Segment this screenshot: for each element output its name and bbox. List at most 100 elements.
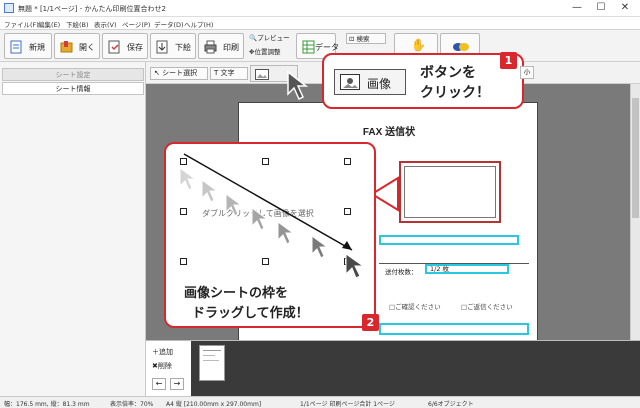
menu-bar: ファイル(F) 編集(E) 下絵(B) 表示(V) ページ(P) データ(D) … xyxy=(0,17,640,30)
arrow-right-icon: → xyxy=(173,379,181,388)
app-icon xyxy=(4,3,14,13)
callout1-text-line2: クリック！ xyxy=(420,85,490,101)
minimize-icon[interactable]: — xyxy=(567,2,587,15)
image-icon xyxy=(340,74,360,90)
step-badge-2: 2 xyxy=(362,314,379,331)
save-icon xyxy=(108,40,120,54)
callout2-text-line2: ドラッグして作成！ xyxy=(192,306,309,321)
save-button[interactable]: 保存 xyxy=(102,33,148,59)
chat-bubbles-icon xyxy=(453,43,469,51)
callout1-text-line1: ボタンを xyxy=(420,65,476,81)
thumbnail-line xyxy=(203,360,219,361)
vertical-scrollbar[interactable] xyxy=(630,84,640,340)
maximize-icon[interactable]: ☐ xyxy=(591,2,611,15)
data-table-icon xyxy=(302,40,315,54)
open-label: 開く xyxy=(79,43,95,52)
position-adjust-label: 位置調整 xyxy=(254,48,281,56)
magnifier-icon: 🔍 xyxy=(249,34,258,42)
drag-arrows-graphic xyxy=(179,153,365,279)
menu-view[interactable]: 表示(V) xyxy=(94,19,117,29)
sheet-settings-tab[interactable]: シート設定 xyxy=(2,68,144,81)
search-icon: ⊡ xyxy=(349,35,355,43)
close-icon[interactable]: ✕ xyxy=(615,2,635,15)
new-file-icon xyxy=(10,40,22,54)
new-button[interactable]: 新規 xyxy=(4,33,52,59)
title-bar: 無題 * [1/1ページ] - かんたん印刷位置合わせ2 — ☐ ✕ xyxy=(0,0,640,17)
thumbnail-line xyxy=(203,355,215,356)
text-box-icon: T xyxy=(214,69,219,77)
cursor-trail-icon xyxy=(179,167,365,279)
send-count-value: 1/2 枚 xyxy=(430,265,450,273)
send-count-field[interactable]: 1/2 枚 xyxy=(425,264,509,274)
reply-checkbox[interactable]: □ご返信ください xyxy=(461,301,513,311)
hand-icon: ✋ xyxy=(411,38,426,52)
small-size-button[interactable]: 小 xyxy=(520,66,534,79)
image-icon xyxy=(255,69,269,80)
main-toolbar: 新規 開く 保存 下絵 印刷 🔍プレビュー ✥位置調整 データ ⊡ 検索 ✋ xyxy=(0,30,640,62)
add-page-button[interactable]: ＋追加 xyxy=(152,347,173,357)
thumbnail-strip: ＋追加 ✖削除 ← → xyxy=(146,340,640,397)
add-page-label: 追加 xyxy=(159,348,173,356)
menu-file[interactable]: ファイル(F) xyxy=(4,19,39,29)
prev-page-button[interactable]: ← xyxy=(152,378,166,390)
callout-image-button: 画像 xyxy=(334,69,406,95)
printer-icon xyxy=(204,40,217,54)
data-label: データ xyxy=(315,43,339,52)
mouse-cursor-icon xyxy=(287,70,309,101)
status-objects: 6/6オブジェクト xyxy=(428,401,474,408)
thumbnail-line xyxy=(203,350,221,351)
status-pages: 1/1ページ 印刷ページ合計 1ページ xyxy=(300,401,395,408)
preview-button[interactable]: 🔍プレビュー xyxy=(247,33,290,44)
menu-page[interactable]: ページ(P) xyxy=(122,19,150,29)
page-thumbnail[interactable] xyxy=(199,345,225,381)
save-label: 保存 xyxy=(127,43,143,52)
menu-help[interactable]: ヘルプ(H) xyxy=(184,19,213,29)
scrollbar-thumb[interactable] xyxy=(632,98,639,218)
preview-label: プレビュー xyxy=(257,34,290,42)
text-tool-button[interactable]: T 文字 xyxy=(210,67,248,80)
print-label: 印刷 xyxy=(223,43,239,52)
logo-image-inner xyxy=(404,166,496,218)
step-badge-1: 1 xyxy=(500,52,517,69)
menu-edit[interactable]: 編集(E) xyxy=(38,19,60,29)
menu-data[interactable]: データ(D) xyxy=(154,19,184,29)
logo-image-frame[interactable] xyxy=(399,161,501,223)
download-icon xyxy=(156,40,168,54)
cursor-icon: ↖ xyxy=(154,69,160,77)
send-count-label: 送付枚数： xyxy=(385,268,418,276)
menu-base[interactable]: 下絵(B) xyxy=(66,19,89,29)
callout-image-button-label: 画像 xyxy=(367,77,392,91)
search-button[interactable]: ⊡ 検索 xyxy=(346,33,386,44)
next-page-button[interactable]: → xyxy=(170,378,184,390)
status-zoom: 表示倍率：70% xyxy=(110,401,154,408)
callout-drag-image-sheet: ダブルクリックして画像を選択 画像シートの枠を ドラッグして作成！ xyxy=(164,142,376,328)
print-button[interactable]: 印刷 xyxy=(198,33,244,59)
open-folder-icon xyxy=(60,41,73,53)
fax-title: FAX 送信状 xyxy=(362,127,416,138)
status-size: 幅：176.5 mm, 縦：81.3 mm xyxy=(4,401,90,408)
confirm-checkbox[interactable]: □ご確認ください xyxy=(389,301,441,311)
search-label: 検索 xyxy=(356,35,370,43)
new-label: 新規 xyxy=(29,43,45,52)
address-field[interactable] xyxy=(379,235,519,245)
download-label: 下絵 xyxy=(175,43,191,52)
text-tool-label: 文字 xyxy=(220,69,235,77)
window-title: 無題 * [1/1ページ] - かんたん印刷位置合わせ2 xyxy=(18,5,166,13)
status-paper: A4 縦 [210.00mm x 297.00mm] xyxy=(166,401,262,408)
callout-click-image-button: 画像 ボタンを クリック！ xyxy=(322,53,524,109)
delete-page-label: 削除 xyxy=(157,362,172,370)
message-field[interactable] xyxy=(379,323,529,335)
thumbnail-area[interactable] xyxy=(191,341,640,397)
plus-icon: ＋ xyxy=(152,348,159,356)
status-bar: 幅：176.5 mm, 縦：81.3 mm 表示倍率：70% A4 縦 [210… xyxy=(0,396,640,408)
arrow-left-icon: ← xyxy=(155,379,163,388)
callout2-text-line1: 画像シートの枠を xyxy=(184,286,289,301)
download-button[interactable]: 下絵 xyxy=(150,33,196,59)
left-panel: シート設定 シート情報 xyxy=(0,62,146,396)
open-button[interactable]: 開く xyxy=(54,33,100,59)
sheet-select-button[interactable]: ↖ シート選択 xyxy=(150,67,208,80)
sheet-select-label: シート選択 xyxy=(162,69,198,77)
delete-page-button[interactable]: ✖削除 xyxy=(152,361,172,371)
sheet-info-tab[interactable]: シート情報 xyxy=(2,82,144,95)
position-adjust-button[interactable]: ✥位置調整 xyxy=(247,47,280,58)
